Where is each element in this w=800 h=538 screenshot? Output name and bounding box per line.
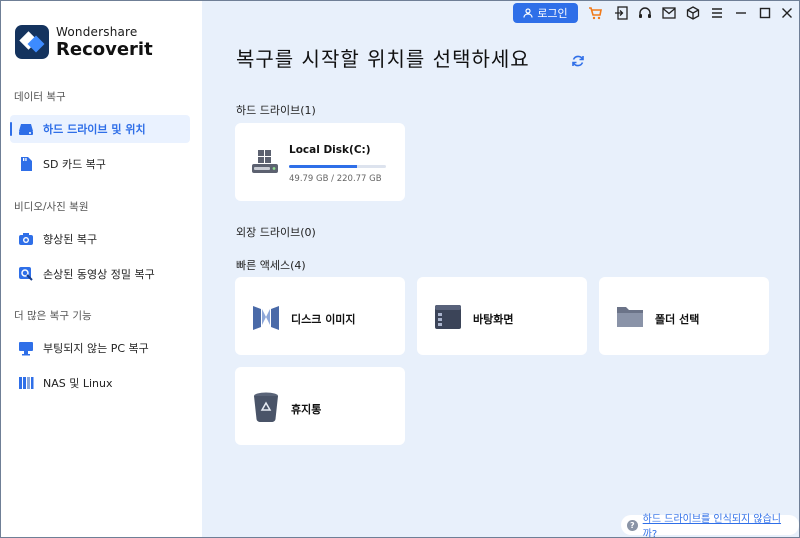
menu-icon[interactable]: [709, 5, 725, 21]
login-label: 로그인: [537, 7, 568, 20]
drive-name: Local Disk(C:): [289, 144, 371, 156]
sidebar-item-label: 하드 드라이브 및 위치: [43, 123, 146, 136]
folder-icon: [613, 300, 647, 334]
quick-access-label-text: 디스크 이미지: [291, 313, 356, 326]
brand-company: Wondershare: [56, 24, 138, 39]
cart-icon[interactable]: [587, 5, 603, 21]
desktop-icon: [431, 300, 465, 334]
external-drives-label: 외장 드라이브(0): [236, 226, 316, 239]
cube-icon[interactable]: [685, 5, 701, 21]
quick-access-desktop[interactable]: 바탕화면: [417, 277, 587, 355]
monitor-icon: [18, 340, 34, 356]
sidebar-item-nas-linux[interactable]: NAS 및 Linux: [10, 369, 190, 397]
headset-icon[interactable]: [637, 5, 653, 21]
section-title-more-features: 더 많은 복구 기능: [14, 310, 92, 322]
section-title-data-recovery: 데이터 복구: [14, 91, 66, 103]
sidebar-item-hard-drive[interactable]: 하드 드라이브 및 위치: [10, 115, 190, 143]
sidebar-item-enhanced-recovery[interactable]: 향상된 복구: [10, 225, 190, 253]
drive-usage-fill: [289, 165, 357, 168]
sidebar-item-label: SD 카드 복구: [43, 158, 106, 171]
brand: Wondershare Recoverit: [15, 25, 153, 59]
quick-access-label: 빠른 액세스(4): [236, 259, 306, 272]
camera-icon: [18, 231, 34, 247]
sidebar-item-label: 부팅되지 않는 PC 복구: [43, 342, 149, 355]
drive-not-recognized-help-link[interactable]: ? 하드 드라이브를 인식되지 않습니까?: [621, 514, 799, 537]
sign-in-icon[interactable]: [613, 5, 629, 21]
maximize-icon[interactable]: [757, 5, 773, 21]
active-indicator: [10, 122, 12, 136]
sidebar-item-unbootable-pc[interactable]: 부팅되지 않는 PC 복구: [10, 334, 190, 362]
quick-access-disk-image[interactable]: 디스크 이미지: [235, 277, 405, 355]
app-window: Wondershare Recoverit 데이터 복구 하드 드라이브 및 위…: [0, 0, 800, 538]
hard-drive-icon: [18, 121, 34, 137]
user-icon: [523, 8, 533, 18]
windows-drive-icon: [251, 150, 279, 178]
drive-card-local-disk-c[interactable]: Local Disk(C:) 49.79 GB / 220.77 GB: [235, 123, 405, 201]
drive-usage-bar: [289, 165, 386, 168]
refresh-icon[interactable]: [571, 53, 585, 67]
quick-access-recycle-bin[interactable]: 휴지통: [235, 367, 405, 445]
help-link-text: 하드 드라이브를 인식되지 않습니까?: [642, 514, 782, 538]
disk-image-icon: [249, 300, 283, 334]
brand-product: Recoverit: [56, 38, 153, 60]
section-title-video-photo: 비디오/사진 복원: [14, 201, 89, 213]
quick-access-folder[interactable]: 폴더 선택: [599, 277, 769, 355]
sidebar-item-label: NAS 및 Linux: [43, 377, 113, 390]
sidebar: Wondershare Recoverit 데이터 복구 하드 드라이브 및 위…: [1, 1, 202, 537]
quick-access-label-text: 폴더 선택: [655, 313, 700, 326]
sd-card-icon: [18, 156, 34, 172]
sidebar-item-label: 향상된 복구: [43, 233, 98, 246]
quick-access-label-text: 휴지통: [291, 403, 322, 416]
drive-size: 49.79 GB / 220.77 GB: [289, 174, 382, 184]
sidebar-item-label: 손상된 동영상 정밀 복구: [43, 268, 155, 281]
sidebar-item-video-repair[interactable]: 손상된 동영상 정밀 복구: [10, 260, 190, 288]
sidebar-item-sd-card[interactable]: SD 카드 복구: [10, 150, 190, 178]
nas-icon: [18, 375, 34, 391]
minimize-icon[interactable]: [733, 5, 749, 21]
quick-access-label-text: 바탕화면: [473, 313, 514, 326]
page-title: 복구를 시작할 위치를 선택하세요: [236, 47, 530, 71]
question-icon: ?: [627, 519, 638, 531]
recycle-bin-icon: [249, 390, 283, 424]
close-icon[interactable]: [779, 5, 795, 21]
video-repair-icon: [18, 266, 34, 282]
hard-drives-label: 하드 드라이브(1): [236, 104, 316, 117]
recoverit-logo: [15, 25, 49, 59]
mail-icon[interactable]: [661, 5, 677, 21]
login-button[interactable]: 로그인: [513, 3, 578, 23]
